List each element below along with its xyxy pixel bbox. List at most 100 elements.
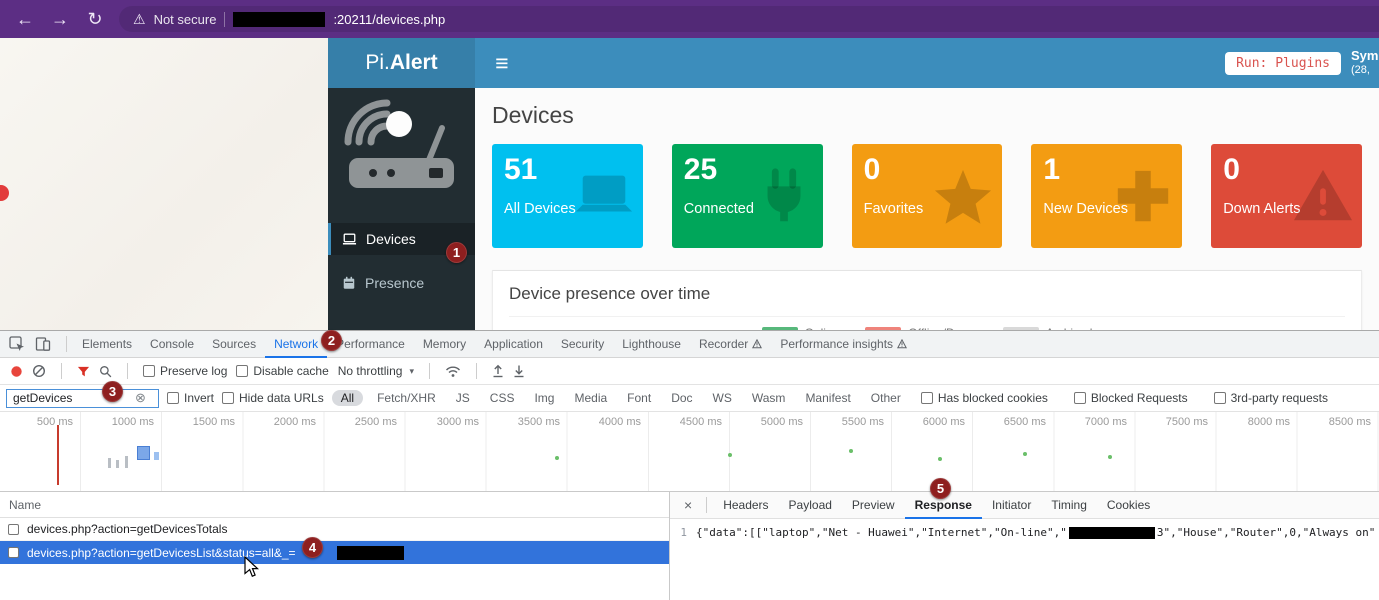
checkbox[interactable] [1214,392,1226,404]
reload-button[interactable]: ↻ [85,9,105,30]
preserve-log-checkbox[interactable]: Preserve log [143,364,227,378]
export-har-icon[interactable] [513,364,525,378]
devtools-tab-network[interactable]: Network [265,331,327,358]
checkbox[interactable] [1074,392,1086,404]
filter-type-font[interactable]: Font [621,390,657,406]
disable-cache-checkbox[interactable]: Disable cache [236,364,328,378]
card-all-devices[interactable]: 51 All Devices [492,144,643,248]
clear-filter-icon[interactable]: ⊗ [135,390,146,406]
line-number: 1 [670,526,696,600]
devtools-panel: Elements Console Sources Network Perform… [0,330,1379,599]
filter-toggle-icon[interactable] [77,365,90,378]
request-row-selected[interactable]: devices.php?action=getDevicesList&status… [0,541,669,564]
tab-label: Recorder [699,337,748,351]
filter-type-doc[interactable]: Doc [665,390,698,406]
filter-type-img[interactable]: Img [528,390,560,406]
detail-tab-timing[interactable]: Timing [1041,492,1097,519]
blocked-requests-checkbox[interactable]: Blocked Requests [1074,391,1188,405]
summary-cards: 51 All Devices 25 Connected 0 Favorites [492,144,1362,248]
filter-type-other[interactable]: Other [865,390,907,406]
timeline-label: 6500 ms [970,416,1046,428]
devtools-tab-recorder[interactable]: Recorder [690,331,771,358]
checkbox[interactable] [222,392,234,404]
card-favorites[interactable]: 0 Favorites [852,144,1003,248]
request-checkbox[interactable] [8,524,19,535]
filter-type-wasm[interactable]: Wasm [746,390,792,406]
invert-checkbox[interactable]: Invert [167,391,214,405]
star-icon [932,165,994,227]
request-checkbox[interactable] [8,547,19,558]
devtools-tab-elements[interactable]: Elements [73,331,141,358]
checkbox[interactable] [143,365,155,377]
waterfall-dot [1023,452,1027,456]
address-bar[interactable]: ⚠ Not secure :20211/devices.php [119,6,1379,32]
forward-button[interactable]: → [50,9,70,30]
devtools-tab-performance-insights[interactable]: Performance insights [771,331,916,358]
filter-type-ws[interactable]: WS [707,390,738,406]
address-separator [224,12,225,27]
plus-icon [1112,165,1174,227]
detail-tab-headers[interactable]: Headers [713,492,778,519]
network-overview-timeline[interactable]: 500 ms 1000 ms 1500 ms 2000 ms 2500 ms 3… [0,412,1379,492]
import-har-icon[interactable] [492,364,504,378]
response-content[interactable]: 1 {"data":[["laptop","Net - Huawei","Int… [670,519,1379,600]
not-secure-label: Not secure [154,12,217,27]
inspect-element-icon[interactable] [8,335,26,353]
third-party-requests-checkbox[interactable]: 3rd-party requests [1214,391,1328,405]
tab-label: Performance insights [780,337,893,351]
filter-type-all[interactable]: All [332,390,363,406]
devtools-tab-memory[interactable]: Memory [414,331,475,358]
throttling-select[interactable]: No throttling▾ [338,364,414,378]
network-conditions-icon[interactable] [445,365,461,378]
devtools-tab-lighthouse[interactable]: Lighthouse [613,331,690,358]
logo-bold: Alert [390,51,438,75]
request-name: devices.php?action=getDevicesTotals [27,522,227,536]
back-button[interactable]: ← [15,9,35,30]
clear-button[interactable] [32,364,46,378]
sidebar-item-label: Devices [366,231,416,247]
devtools-tab-sources[interactable]: Sources [203,331,265,358]
filter-type-css[interactable]: CSS [484,390,521,406]
request-list-header[interactable]: Name [0,492,669,518]
close-icon[interactable]: × [676,497,700,513]
detail-tab-payload[interactable]: Payload [779,492,842,519]
timeline-label: 1000 ms [78,416,154,428]
run-plugins-button[interactable]: Run: Plugins [1225,52,1341,75]
detail-tab-preview[interactable]: Preview [842,492,905,519]
filter-type-js[interactable]: JS [450,390,476,406]
timeline-label: 2000 ms [240,416,316,428]
checkbox[interactable] [921,392,933,404]
request-row[interactable]: devices.php?action=getDevicesTotals [0,518,669,541]
devtools-tab-console[interactable]: Console [141,331,203,358]
card-down-alerts[interactable]: 0 Down Alerts [1211,144,1362,248]
devtools-tab-security[interactable]: Security [552,331,613,358]
waterfall-dot [849,449,853,453]
device-toolbar-icon[interactable] [34,335,52,353]
card-connected[interactable]: 25 Connected [672,144,823,248]
response-json-start: {"data":[["laptop","Net - Huawei","Inter… [696,526,1067,539]
filter-type-fetch-xhr[interactable]: Fetch/XHR [371,390,442,406]
checkbox[interactable] [236,365,248,377]
record-button[interactable] [10,365,23,378]
app-logo[interactable]: Pi.Alert [328,38,475,88]
devtools-tab-application[interactable]: Application [475,331,552,358]
detail-tab-cookies[interactable]: Cookies [1097,492,1160,519]
separator [127,363,128,379]
timeline-label: 8000 ms [1214,416,1290,428]
detail-tab-initiator[interactable]: Initiator [982,492,1041,519]
has-blocked-cookies-checkbox[interactable]: Has blocked cookies [921,391,1048,405]
checkbox-label: Invert [184,391,214,405]
hide-data-urls-checkbox[interactable]: Hide data URLs [222,391,324,405]
card-new-devices[interactable]: 1 New Devices [1031,144,1182,248]
pialert-app: Pi.Alert ≡ Run: Plugins Sym (28, [328,38,1379,330]
throttling-value: No throttling [338,364,403,378]
menu-toggle-icon[interactable]: ≡ [487,50,517,77]
annotation-badge-5: 5 [930,478,951,499]
search-icon[interactable] [99,365,112,378]
sidebar-item-presence[interactable]: Presence [328,267,475,299]
load-event-marker [57,425,59,485]
filter-type-manifest[interactable]: Manifest [799,390,856,406]
filter-input-box[interactable]: ⊗ [6,389,159,408]
checkbox[interactable] [167,392,179,404]
filter-type-media[interactable]: Media [568,390,613,406]
